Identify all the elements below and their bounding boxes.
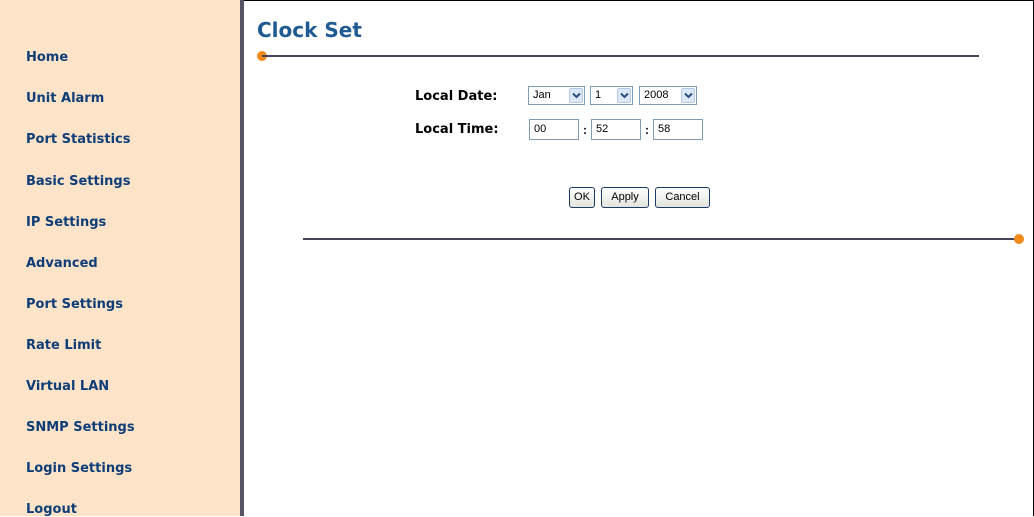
bottom-divider [303, 238, 1018, 240]
day-select[interactable]: 1 [590, 86, 633, 105]
page-title: Clock Set [257, 18, 362, 42]
nav-port-statistics[interactable]: Port Statistics [26, 132, 130, 147]
cancel-button[interactable]: Cancel [655, 187, 710, 208]
nav-basic-settings[interactable]: Basic Settings [26, 174, 130, 189]
apply-button[interactable]: Apply [601, 187, 649, 208]
nav-logout[interactable]: Logout [26, 502, 77, 517]
nav-home[interactable]: Home [26, 50, 68, 65]
hour-input[interactable]: 00 [529, 119, 579, 140]
month-value: Jan [533, 89, 551, 101]
chevron-down-icon [617, 88, 631, 103]
chevron-down-icon [569, 88, 583, 103]
local-time-label: Local Time: [415, 122, 499, 137]
minute-input[interactable]: 52 [591, 119, 641, 140]
top-divider [262, 55, 979, 57]
month-select[interactable]: Jan [528, 86, 585, 105]
time-separator: : [645, 123, 649, 137]
ok-button[interactable]: OK [569, 187, 595, 208]
nav-virtual-lan[interactable]: Virtual LAN [26, 379, 109, 394]
local-date-label: Local Date: [415, 89, 498, 104]
nav-unit-alarm[interactable]: Unit Alarm [26, 91, 104, 106]
nav-snmp-settings[interactable]: SNMP Settings [26, 420, 135, 435]
nav-rate-limit[interactable]: Rate Limit [26, 338, 101, 353]
nav-login-settings[interactable]: Login Settings [26, 461, 132, 476]
time-separator: : [583, 123, 587, 137]
nav-advanced[interactable]: Advanced [26, 256, 98, 271]
sidebar: Home Unit Alarm Port Statistics Basic Se… [0, 0, 244, 517]
chevron-down-icon [681, 88, 695, 103]
year-value: 2008 [644, 89, 669, 101]
nav-port-settings[interactable]: Port Settings [26, 297, 123, 312]
nav-ip-settings[interactable]: IP Settings [26, 215, 106, 230]
rule-dot-bottom [1014, 234, 1024, 244]
year-select[interactable]: 2008 [639, 86, 697, 105]
day-value: 1 [595, 89, 602, 101]
second-input[interactable]: 58 [653, 119, 703, 140]
